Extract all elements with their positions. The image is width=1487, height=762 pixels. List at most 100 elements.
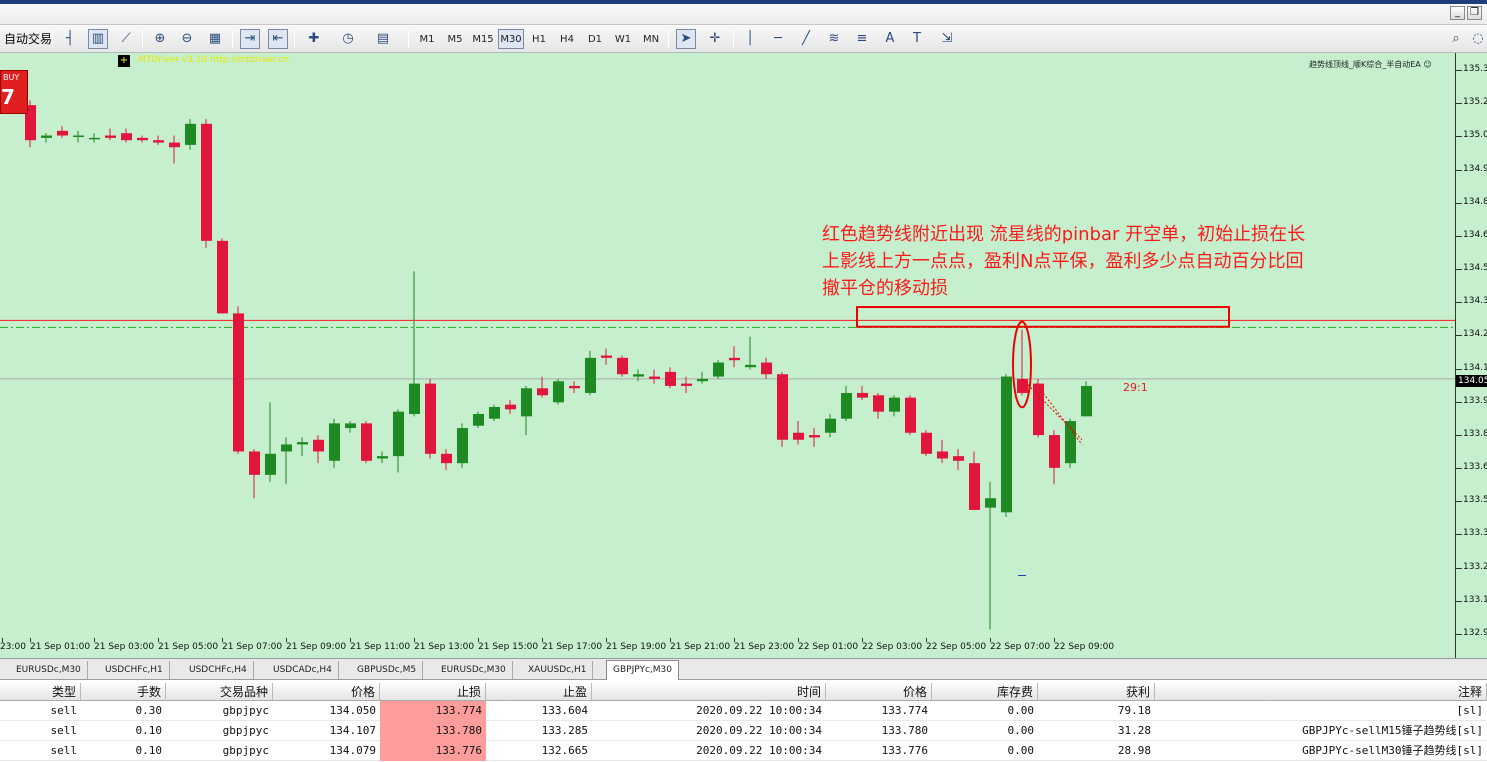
chart-tab[interactable]: USDCHFc,H1 <box>99 661 170 679</box>
search-icon[interactable]: ⌕ <box>1446 29 1466 49</box>
vertical-line-icon[interactable]: │ <box>740 29 760 49</box>
candle-body <box>377 456 388 459</box>
fibonacci-icon[interactable]: ≡ <box>852 29 872 49</box>
table-row[interactable]: sell 0.10 gbpjpyc 134.079 133.776 132.665 2020… <box>0 741 1487 761</box>
auto-trading-button[interactable]: 自动交易 <box>0 28 56 50</box>
column-header[interactable]: 手数 <box>81 683 166 701</box>
table-cell: 0.10 <box>135 744 163 757</box>
timeframe-h1[interactable]: H1 <box>526 29 552 49</box>
timeframe-m1[interactable]: M1 <box>414 29 440 49</box>
buy-label: BUY <box>3 73 20 82</box>
candle-body <box>617 357 628 375</box>
price-tick <box>1456 136 1462 138</box>
candlestick-chart-icon[interactable]: ▥ <box>88 29 108 49</box>
price-tick-label: 133.82 <box>1463 428 1487 439</box>
arrows-tool-icon[interactable]: ⇲ <box>937 29 957 49</box>
chart-tab[interactable]: GBPUSDc,M5 <box>351 661 424 679</box>
horizontal-line-icon[interactable]: ─ <box>768 29 788 49</box>
trade-path-line <box>1021 378 1083 441</box>
cursor-icon[interactable]: ➤ <box>676 29 696 49</box>
auto-scroll-icon[interactable]: ⇥ <box>240 29 260 49</box>
column-header[interactable]: 获利 <box>1038 683 1155 701</box>
tile-windows-icon[interactable]: ▦ <box>205 29 225 49</box>
price-axis[interactable]: 135.38 135.21 135.06 134.90 134.82 134.67 134.… <box>1455 53 1487 658</box>
candle-body <box>585 357 596 393</box>
price-tick-label: 134.82 <box>1463 196 1487 207</box>
column-header[interactable]: 时间 <box>592 683 826 701</box>
chat-icon[interactable]: ◌ <box>1468 29 1487 49</box>
candle-body <box>297 442 308 445</box>
timeframe-m30[interactable]: M30 <box>498 29 524 49</box>
table-cell: 133.774 <box>380 701 486 721</box>
table-cell: 28.98 <box>1117 744 1151 757</box>
time-tick-label: 22 Sep 05:00 <box>926 642 987 652</box>
chart-tab[interactable]: EURUSDc,M30 <box>10 661 88 679</box>
candle-body <box>313 439 324 452</box>
toolbar-separator <box>668 30 669 48</box>
main-toolbar: 自动交易 ┤ ▥ ⟋ ⊕ ⊖ ▦ ⇥ ⇤ ✚ ◷ ▤ M1 M5 M15 M30… <box>0 25 1487 53</box>
chart-tab[interactable]: XAUUSDc,H1 <box>522 661 594 679</box>
time-tick-label: 21 Sep 15:00 <box>478 642 539 652</box>
indicators-icon[interactable]: ✚ <box>304 29 324 49</box>
price-tick <box>1456 335 1462 337</box>
column-header[interactable]: 止盈 <box>486 683 592 701</box>
stop-loss-zone-rectangle <box>856 306 1230 328</box>
candle-body <box>329 423 340 461</box>
candle-body <box>649 376 660 379</box>
candle-body <box>841 392 852 419</box>
line-chart-icon[interactable]: ⟋ <box>116 29 136 49</box>
price-tick-label: 133.39 <box>1463 528 1487 539</box>
chart-tab[interactable]: GBPJPYc,M30 <box>606 660 679 680</box>
candle-body <box>361 423 372 461</box>
column-header[interactable]: 注释 <box>1155 683 1487 701</box>
table-row[interactable]: sell 0.30 gbpjpyc 134.050 133.774 133.604 2020… <box>0 701 1487 721</box>
chart-shift-icon[interactable]: ⇤ <box>268 29 288 49</box>
timeframe-m15[interactable]: M15 <box>470 29 496 49</box>
table-cell: 133.780 <box>380 721 486 741</box>
periods-clock-icon[interactable]: ◷ <box>338 29 358 49</box>
chart-tab[interactable]: EURUSDc,M30 <box>435 661 513 679</box>
column-header[interactable]: 价格 <box>273 683 380 701</box>
candle-body <box>185 123 196 145</box>
indicator-toggle-icon[interactable]: + <box>118 55 130 67</box>
toolbar-separator <box>142 30 143 48</box>
timeframe-h4[interactable]: H4 <box>554 29 580 49</box>
text-tool-icon[interactable]: A <box>880 29 900 49</box>
column-header[interactable]: 价格 <box>826 683 932 701</box>
minimize-icon[interactable]: _ <box>1450 6 1465 20</box>
column-header[interactable]: 库存费 <box>932 683 1038 701</box>
equidistant-channel-icon[interactable]: ≋ <box>824 29 844 49</box>
candle-body <box>489 406 500 419</box>
table-cell: 134.050 <box>329 704 376 717</box>
bar-chart-icon[interactable]: ┤ <box>60 29 80 49</box>
title-bar: _ ❐ <box>0 0 1487 25</box>
column-header[interactable]: 交易品种 <box>166 683 273 701</box>
candle-body <box>537 388 548 396</box>
column-header[interactable]: 止损 <box>380 683 486 701</box>
candle-body <box>121 133 132 141</box>
timeframe-m5[interactable]: M5 <box>442 29 468 49</box>
toolbar-separator <box>408 30 409 48</box>
templates-icon[interactable]: ▤ <box>373 29 393 49</box>
chart-tab[interactable]: USDCHFc,H4 <box>183 661 254 679</box>
trendline-icon[interactable]: ╱ <box>796 29 816 49</box>
timeframe-w1[interactable]: W1 <box>610 29 636 49</box>
timeframe-d1[interactable]: D1 <box>582 29 608 49</box>
trade-terminal: 类型 手数 交易品种 价格 止损 止盈 时间 价格 库存费 获利 注释 sell 0.30 gbpjpy… <box>0 680 1487 762</box>
zoom-out-icon[interactable]: ⊖ <box>177 29 197 49</box>
zoom-in-icon[interactable]: ⊕ <box>150 29 170 49</box>
chart-tab[interactable]: USDCADc,H4 <box>267 661 339 679</box>
candle-body <box>825 418 836 433</box>
candle-body <box>905 397 916 433</box>
annotation-line: 上影线上方一点点，盈利N点平保，盈利多少点自动百分比回 <box>822 251 1304 272</box>
time-tick-label: 22 Sep 07:00 <box>990 642 1051 652</box>
restore-icon[interactable]: ❐ <box>1467 6 1482 20</box>
table-row[interactable]: sell 0.10 gbpjpyc 134.107 133.780 133.285 2020… <box>0 721 1487 741</box>
one-click-buy-button[interactable]: BUY 7 <box>0 70 28 114</box>
text-label-icon[interactable]: T <box>907 29 927 49</box>
column-header[interactable]: 类型 <box>0 683 81 701</box>
crosshair-icon[interactable]: ✛ <box>705 29 725 49</box>
timeframe-mn[interactable]: MN <box>638 29 664 49</box>
price-chart[interactable] <box>0 53 1455 658</box>
price-tick <box>1456 534 1462 536</box>
